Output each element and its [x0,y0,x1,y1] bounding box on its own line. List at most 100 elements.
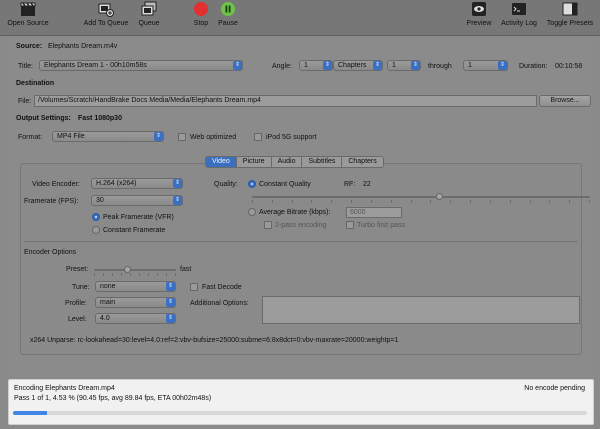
slider-tick [450,200,452,203]
encode-progress-fill [13,411,48,415]
slider-tick [130,273,131,276]
toggle-presets-label: Toggle Presets [546,20,594,27]
average-bitrate-label: Average Bitrate (kbps): [259,209,331,216]
level-select[interactable]: 4.0 ⇕ [95,313,176,324]
stop-button[interactable]: Stop [190,1,212,27]
video-encoder-select[interactable]: H.264 (x264) ⇕ [91,178,183,189]
tune-select[interactable]: none ⇕ [95,281,176,292]
video-encoder-label: Video Encoder: [32,181,80,188]
file-path-field[interactable]: /Volumes/Scratch/HandBrake Docs Media/Me… [34,95,537,107]
chevron-up-down-icon: ⇕ [166,314,175,323]
web-optimized-checkbox[interactable] [178,133,186,141]
chevron-up-down-icon: ⇕ [166,282,175,291]
queue-label: Queue [138,20,160,27]
slider-tick [175,273,176,276]
chevron-up-down-icon: ⇕ [373,61,382,70]
open-source-button[interactable]: Open Source [6,1,50,27]
range-end-select[interactable]: 1 ⇕ [463,60,508,71]
peak-framerate-label: Peak Framerate (VFR) [103,214,174,221]
through-label: through [428,63,452,70]
slider-tick [139,273,140,276]
rf-label: RF: [344,181,356,188]
profile-label: Profile: [65,300,87,307]
queue-button[interactable]: Queue [134,1,164,27]
level-value: 4.0 [100,315,110,322]
chevron-up-down-icon: ⇕ [323,61,332,70]
bitrate-field[interactable]: 6000 [346,207,402,218]
slider-tick [470,200,472,203]
quality-slider-knob[interactable] [436,193,443,200]
pause-button[interactable]: Pause [215,1,241,27]
encoder-preset-slider-knob[interactable] [123,266,131,273]
slider-tick [430,200,432,203]
add-to-queue-button[interactable]: Add To Queue [80,1,132,27]
slider-tick [103,273,104,276]
peak-framerate-radio[interactable] [92,213,100,221]
slider-tick [112,273,113,276]
range-mode-value: Chapters [338,62,367,69]
chevron-up-down-icon: ⇕ [498,61,507,70]
terminal-icon [511,1,527,17]
constant-framerate-label: Constant Framerate [103,227,166,234]
web-optimized-label: Web optimized [190,134,237,141]
chevron-up-down-icon: ⇕ [154,132,163,141]
encoder-options-heading: Encoder Options [24,249,77,256]
tab-subtitles[interactable]: Subtitles [302,157,343,167]
title-select[interactable]: Elephants Dream 1 - 00h10m58s ⇕ [39,60,243,71]
slider-tick [351,200,353,203]
tab-video[interactable]: Video [206,157,237,167]
turbo-first-pass-checkbox[interactable] [346,221,354,229]
encoder-preset-slider[interactable] [94,269,176,271]
tab-chapters[interactable]: Chapters [342,157,383,167]
rf-value: 22 [363,181,371,188]
fast-decode-checkbox[interactable] [190,283,198,291]
slider-tick [271,200,273,203]
slider-tick [148,273,149,276]
preset-value: fast [180,266,192,273]
pause-label: Pause [218,20,238,27]
angle-select[interactable]: 1 ⇕ [299,60,333,71]
source-label: Source: [16,43,43,50]
slider-tick [121,273,122,276]
tab-audio[interactable]: Audio [271,157,303,167]
main-panel: Source: Elephants Dream.m4v Title: Eleph… [8,37,594,373]
two-pass-checkbox[interactable] [264,221,272,229]
browse-button[interactable]: Browse... [539,95,591,107]
encode-status-area: Encoding Elephants Dream.mp4 No encode p… [8,379,594,425]
activity-log-label: Activity Log [501,20,537,27]
encode-progress-bar [13,411,587,415]
quality-slider[interactable] [252,196,590,198]
pause-icon [220,1,236,17]
ipod-support-checkbox[interactable] [254,133,262,141]
framerate-select[interactable]: 30 ⇕ [91,195,183,206]
framerate-label: Framerate (FPS): [24,198,79,205]
toggle-presets-button[interactable]: Toggle Presets [543,1,597,27]
range-start-select[interactable]: 1 ⇕ [387,60,421,71]
constant-framerate-radio[interactable] [92,226,100,234]
preview-label: Preview [466,20,492,27]
video-encoder-value: H.264 (x264) [96,180,137,187]
file-path-value: /Volumes/Scratch/HandBrake Docs Media/Me… [38,97,261,104]
clapperboard-icon [20,1,36,17]
preview-button[interactable]: Preview [464,1,494,27]
additional-options-field[interactable] [262,296,580,324]
format-select[interactable]: MP4 File ⇕ [52,131,164,142]
add-to-queue-icon [98,1,114,17]
slider-tick [370,200,372,203]
toolbar: Open Source Add To Queue Queue Stop Paus… [0,0,600,36]
tune-label: Tune: [72,284,90,291]
average-bitrate-radio[interactable] [248,208,256,216]
tab-picture[interactable]: Picture [236,157,272,167]
ipod-support-label: iPod 5G support [266,134,317,141]
activity-log-button[interactable]: Activity Log [497,1,541,27]
range-start-value: 1 [392,62,396,69]
chevron-up-down-icon: ⇕ [166,298,175,307]
slider-tick [589,200,590,203]
queue-pending-text: No encode pending [524,385,585,392]
tune-value: none [100,283,116,290]
constant-quality-radio[interactable] [248,180,256,188]
range-mode-select[interactable]: Chapters ⇕ [333,60,383,71]
range-end-value: 1 [468,62,472,69]
profile-select[interactable]: main ⇕ [95,297,176,308]
slider-tick [291,200,293,203]
